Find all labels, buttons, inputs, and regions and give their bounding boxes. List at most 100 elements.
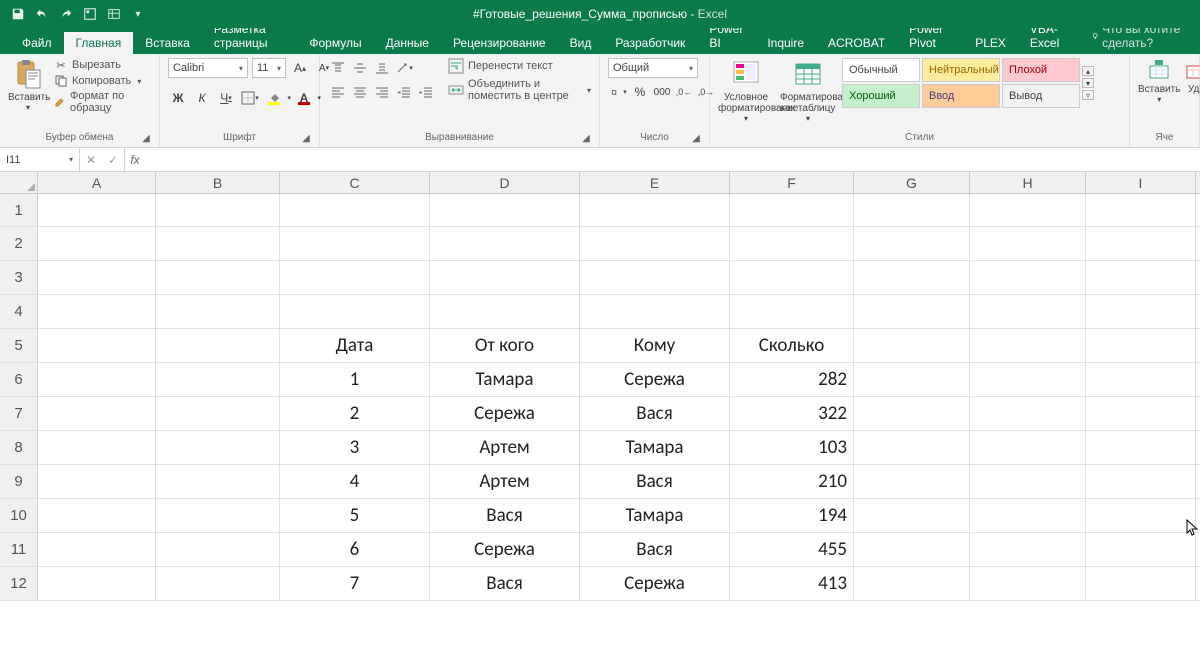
copy-button[interactable]: Копировать▾ [54,74,151,88]
tab-home[interactable]: Главная [64,32,134,54]
cell-B3[interactable] [156,261,280,294]
cell-B2[interactable] [156,227,280,260]
accounting-format-button[interactable]: ¤▾ [608,82,628,102]
cell-H1[interactable] [970,194,1086,226]
cell-C12[interactable]: 7 [280,567,430,600]
col-header-E[interactable]: E [580,172,730,193]
cell-G2[interactable] [854,227,970,260]
gallery-up-icon[interactable]: ▴ [1082,66,1094,76]
style-normal[interactable]: Обычный [842,58,920,82]
cell-D10[interactable]: Вася [430,499,580,532]
format-painter-button[interactable]: Формат по образцу [54,90,151,114]
cell-G3[interactable] [854,261,970,294]
cell-H11[interactable] [970,533,1086,566]
cell-I10[interactable] [1086,499,1196,532]
cell-F4[interactable] [730,295,854,328]
cell-D9[interactable]: Артем [430,465,580,498]
cell-G11[interactable] [854,533,970,566]
cell-F8[interactable]: 103 [730,431,854,464]
row-header-5[interactable]: 5 [0,329,38,362]
cell-D5[interactable]: От кого [430,329,580,362]
merge-center-button[interactable]: Объединить и поместить в центре▾ [448,78,591,102]
row-header-4[interactable]: 4 [0,295,38,328]
tab-inquire[interactable]: Inquire [755,32,816,54]
cell-E5[interactable]: Кому [580,329,730,362]
tab-plex[interactable]: PLEX [963,32,1018,54]
dialog-launcher-icon[interactable]: ◢ [141,133,151,143]
cell-A6[interactable] [38,363,156,396]
cell-H7[interactable] [970,397,1086,430]
cell-A10[interactable] [38,499,156,532]
tab-formulas[interactable]: Формулы [297,32,373,54]
cell-F2[interactable] [730,227,854,260]
qat-icon-1[interactable] [82,6,98,22]
cell-D12[interactable]: Вася [430,567,580,600]
cell-G4[interactable] [854,295,970,328]
col-header-C[interactable]: C [280,172,430,193]
cell-I1[interactable] [1086,194,1196,226]
cell-A1[interactable] [38,194,156,226]
cell-C1[interactable] [280,194,430,226]
cell-I9[interactable] [1086,465,1196,498]
row-header-3[interactable]: 3 [0,261,38,294]
dialog-launcher-icon[interactable]: ◢ [691,133,701,143]
cell-A4[interactable] [38,295,156,328]
align-bottom-button[interactable] [372,58,392,78]
dialog-launcher-icon[interactable]: ◢ [301,133,311,143]
cell-C5[interactable]: Дата [280,329,430,362]
gallery-more-icon[interactable]: ▿ [1082,90,1094,100]
italic-button[interactable]: К [192,88,212,108]
tab-data[interactable]: Данные [374,32,441,54]
align-top-button[interactable] [328,58,348,78]
wrap-text-button[interactable]: Перенести текст [448,58,591,74]
row-header-7[interactable]: 7 [0,397,38,430]
cell-G10[interactable] [854,499,970,532]
cell-D2[interactable] [430,227,580,260]
cell-E7[interactable]: Вася [580,397,730,430]
fx-icon[interactable]: fx [125,148,145,171]
cell-G7[interactable] [854,397,970,430]
style-output[interactable]: Вывод [1002,84,1080,108]
cell-H8[interactable] [970,431,1086,464]
cell-D6[interactable]: Тамара [430,363,580,396]
cell-B5[interactable] [156,329,280,362]
cell-G5[interactable] [854,329,970,362]
cell-I6[interactable] [1086,363,1196,396]
decrease-indent-button[interactable] [394,82,414,102]
cell-H3[interactable] [970,261,1086,294]
number-format-combo[interactable]: Общий▾ [608,58,698,78]
tab-view[interactable]: Вид [558,32,604,54]
align-left-button[interactable] [328,82,348,102]
style-bad[interactable]: Плохой [1002,58,1080,82]
cell-G6[interactable] [854,363,970,396]
row-header-11[interactable]: 11 [0,533,38,566]
cell-F5[interactable]: Сколько [730,329,854,362]
conditional-formatting-button[interactable]: Условное форматирование▾ [718,58,774,123]
cell-B11[interactable] [156,533,280,566]
cell-E9[interactable]: Вася [580,465,730,498]
cell-I8[interactable] [1086,431,1196,464]
cell-C6[interactable]: 1 [280,363,430,396]
cell-I7[interactable] [1086,397,1196,430]
tab-file[interactable]: Файл [10,32,64,54]
cell-C9[interactable]: 4 [280,465,430,498]
cut-button[interactable]: ✂Вырезать [54,58,151,72]
redo-icon[interactable] [58,6,74,22]
cell-E3[interactable] [580,261,730,294]
qat-icon-2[interactable] [106,6,122,22]
row-header-12[interactable]: 12 [0,567,38,600]
name-box[interactable]: I11▾ [0,148,80,171]
cell-D1[interactable] [430,194,580,226]
cell-F3[interactable] [730,261,854,294]
cell-F6[interactable]: 282 [730,363,854,396]
align-middle-button[interactable] [350,58,370,78]
row-header-6[interactable]: 6 [0,363,38,396]
cell-D4[interactable] [430,295,580,328]
row-header-8[interactable]: 8 [0,431,38,464]
cell-E6[interactable]: Сережа [580,363,730,396]
row-header-10[interactable]: 10 [0,499,38,532]
cell-H5[interactable] [970,329,1086,362]
col-header-I[interactable]: I [1086,172,1196,193]
cell-I12[interactable] [1086,567,1196,600]
format-as-table-button[interactable]: Форматировать как таблицу▾ [780,58,836,123]
